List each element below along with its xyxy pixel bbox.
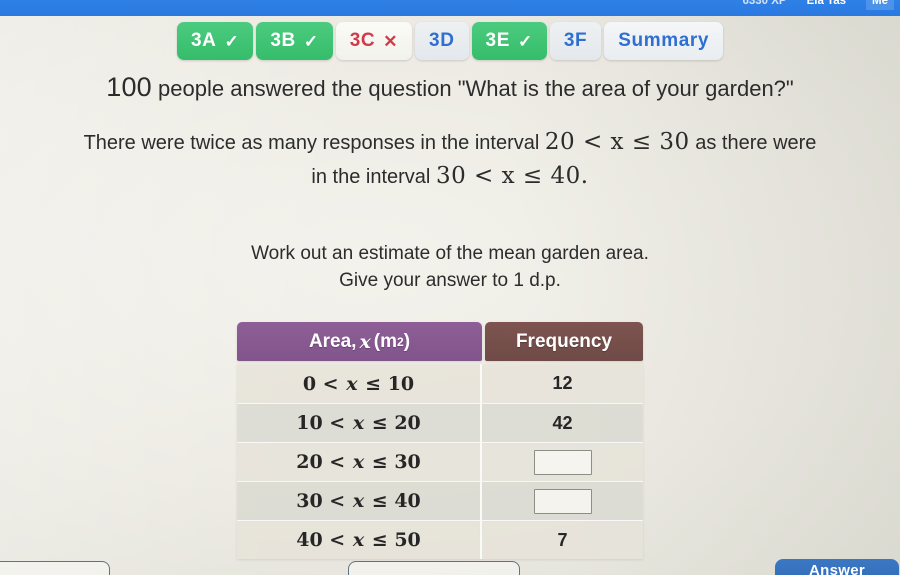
cell-frequency: 42 [552, 412, 573, 433]
interval-low: 0 [302, 372, 317, 395]
interval-high: 30 [394, 451, 421, 473]
column-header-area-units-close: ) [403, 330, 411, 352]
condition-middle: as there were [695, 132, 817, 154]
instruction-line-1: Work out an estimate of the mean garden … [251, 243, 649, 264]
tab-3f-label: 3F [563, 30, 588, 51]
cell-frequency: 7 [557, 529, 568, 550]
interval-high: 40 [394, 490, 421, 512]
tab-3a[interactable]: 3A ✓ [176, 22, 254, 60]
table-row: 40 < x ≤ 50 7 [237, 520, 643, 559]
answer-submit-button[interactable]: Answer [775, 559, 899, 575]
account-menu-button[interactable]: Me [866, 0, 894, 10]
tab-3f[interactable]: 3F [549, 22, 602, 60]
cell-interval: 20 < x ≤ 30 [237, 443, 482, 481]
cell-interval: 10 < x ≤ 20 [237, 404, 482, 442]
interval-a: 20 < x ≤ 30 [544, 129, 690, 155]
table-row: 0 < x ≤ 10 12 [237, 364, 643, 403]
question-condition-line: There were twice as many responses in th… [0, 126, 900, 194]
interval-low: 10 [296, 412, 323, 434]
column-header-frequency: Frequency [485, 322, 643, 361]
column-header-area-variable: x [359, 330, 371, 353]
worksheet-photo: 6330 XP Ela Tas Me 3A ✓ 3B ✓ 3C ✕ 3D 3E … [0, 0, 900, 575]
bottom-control-bar: Answer [0, 559, 900, 575]
question-intro-line: 100 people answered the question "What i… [0, 72, 900, 104]
username-label: Ela Tas [806, 0, 847, 7]
frequency-input-box[interactable] [533, 449, 592, 475]
tab-3c-label: 3C [349, 30, 376, 51]
table-body: 0 < x ≤ 10 12 10 < x ≤ 20 42 20 < x ≤ 30… [237, 364, 643, 559]
tab-3e-label: 3E [485, 30, 510, 51]
table-row: 20 < x ≤ 30 [237, 442, 643, 481]
check-icon: ✓ [224, 31, 240, 51]
tab-3e[interactable]: 3E ✓ [471, 22, 547, 60]
cell-frequency: 12 [552, 373, 573, 393]
cell-interval: 30 < x ≤ 40 [237, 482, 482, 520]
cell-frequency [482, 482, 643, 520]
interval-high: 50 [394, 529, 421, 551]
answer-input-left[interactable] [0, 561, 110, 575]
tab-3d-label: 3D [429, 30, 455, 51]
question-instruction-block: Work out an estimate of the mean garden … [0, 240, 900, 294]
column-header-area: Area, x (m 2) [237, 322, 482, 361]
question-intro-rest: people answered the question "What is th… [158, 76, 794, 101]
table-row: 10 < x ≤ 20 42 [237, 403, 643, 442]
cross-icon: ✕ [383, 31, 399, 51]
frequency-table: Area, x (m 2) Frequency 0 < x ≤ 10 12 10 … [237, 322, 643, 559]
question-tab-bar: 3A ✓ 3B ✓ 3C ✕ 3D 3E ✓ 3F Summary [0, 22, 900, 60]
interval-high: 10 [387, 372, 415, 395]
tab-summary[interactable]: Summary [604, 22, 724, 60]
column-header-area-prefix: Area, [308, 330, 357, 352]
column-header-area-units-open: (m [373, 330, 398, 352]
app-status-bar: 6330 XP Ela Tas Me [0, 0, 900, 16]
interval-low: 40 [296, 529, 323, 551]
tab-summary-label: Summary [618, 30, 710, 51]
condition-prefix: There were twice as many responses in th… [83, 132, 540, 154]
respondent-count: 100 [106, 72, 152, 102]
interval-high: 20 [394, 412, 421, 434]
cell-interval: 40 < x ≤ 50 [237, 521, 482, 559]
check-icon: ✓ [303, 31, 319, 51]
cell-frequency [482, 443, 643, 481]
cell-interval: 0 < x ≤ 10 [237, 364, 482, 403]
column-header-area-units-exponent: 2 [397, 334, 404, 349]
interval-low: 20 [296, 451, 323, 473]
tab-3b-label: 3B [270, 30, 296, 51]
check-icon: ✓ [518, 31, 533, 51]
tab-3d[interactable]: 3D [415, 22, 469, 60]
interval-b: 30 < x ≤ 40. [435, 163, 589, 189]
instruction-line-2: Give your answer to 1 d.p. [339, 270, 561, 291]
table-row: 30 < x ≤ 40 [237, 481, 643, 520]
question-text-block: 100 people answered the question "What i… [0, 72, 900, 294]
condition-line2-prefix: in the interval [311, 166, 431, 188]
answer-input-center[interactable] [348, 561, 520, 575]
tab-3c[interactable]: 3C ✕ [335, 22, 413, 60]
frequency-input-box[interactable] [533, 488, 592, 514]
table-header-row: Area, x (m 2) Frequency [237, 322, 643, 361]
tab-3b[interactable]: 3B ✓ [256, 22, 333, 60]
interval-low: 30 [296, 490, 323, 512]
xp-counter: 6330 XP [742, 0, 787, 7]
tab-3a-label: 3A [190, 30, 217, 51]
